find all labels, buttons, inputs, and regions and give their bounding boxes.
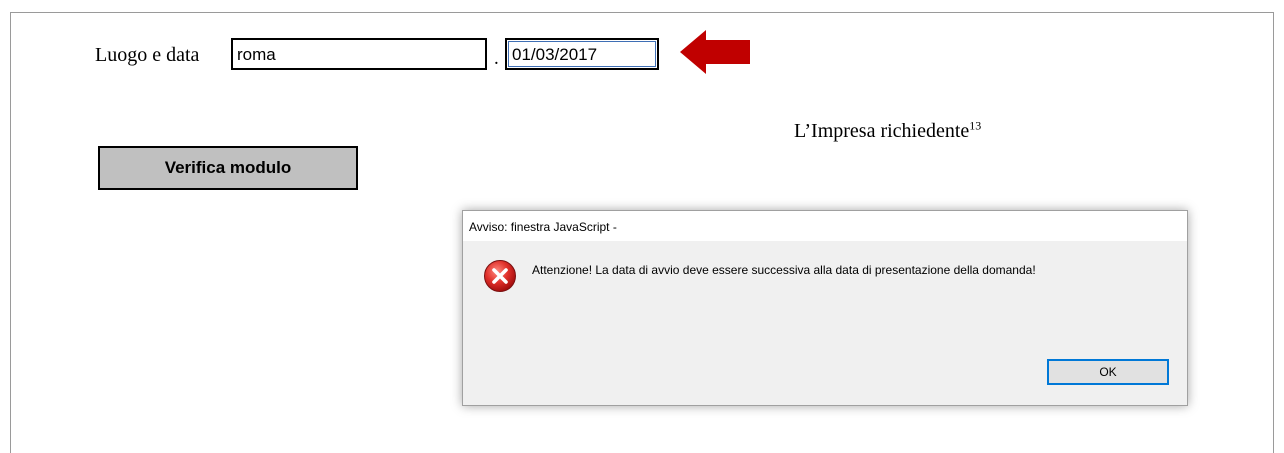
verify-form-button[interactable]: Verifica modulo (98, 146, 358, 190)
error-icon (484, 260, 516, 292)
company-signature-label: L’Impresa richiedente13 (794, 118, 982, 143)
dialog-title: Avviso: finestra JavaScript - (463, 211, 1187, 241)
place-date-label: Luogo e data (95, 44, 200, 66)
date-input-value: 01/03/2017 (508, 41, 656, 67)
date-input[interactable]: 01/03/2017 (505, 38, 659, 70)
dialog-message: Attenzione! La data di avvio deve essere… (532, 263, 1036, 277)
arrow-left-icon (680, 30, 750, 74)
place-input[interactable]: roma (231, 38, 487, 70)
ok-button[interactable]: OK (1047, 359, 1169, 385)
separator-dot: . (494, 48, 499, 69)
javascript-alert-dialog: Avviso: finestra JavaScript - Attenzione… (462, 210, 1188, 406)
footnote-ref: 13 (969, 118, 982, 133)
company-label-text: L’Impresa richiedente (794, 120, 970, 142)
